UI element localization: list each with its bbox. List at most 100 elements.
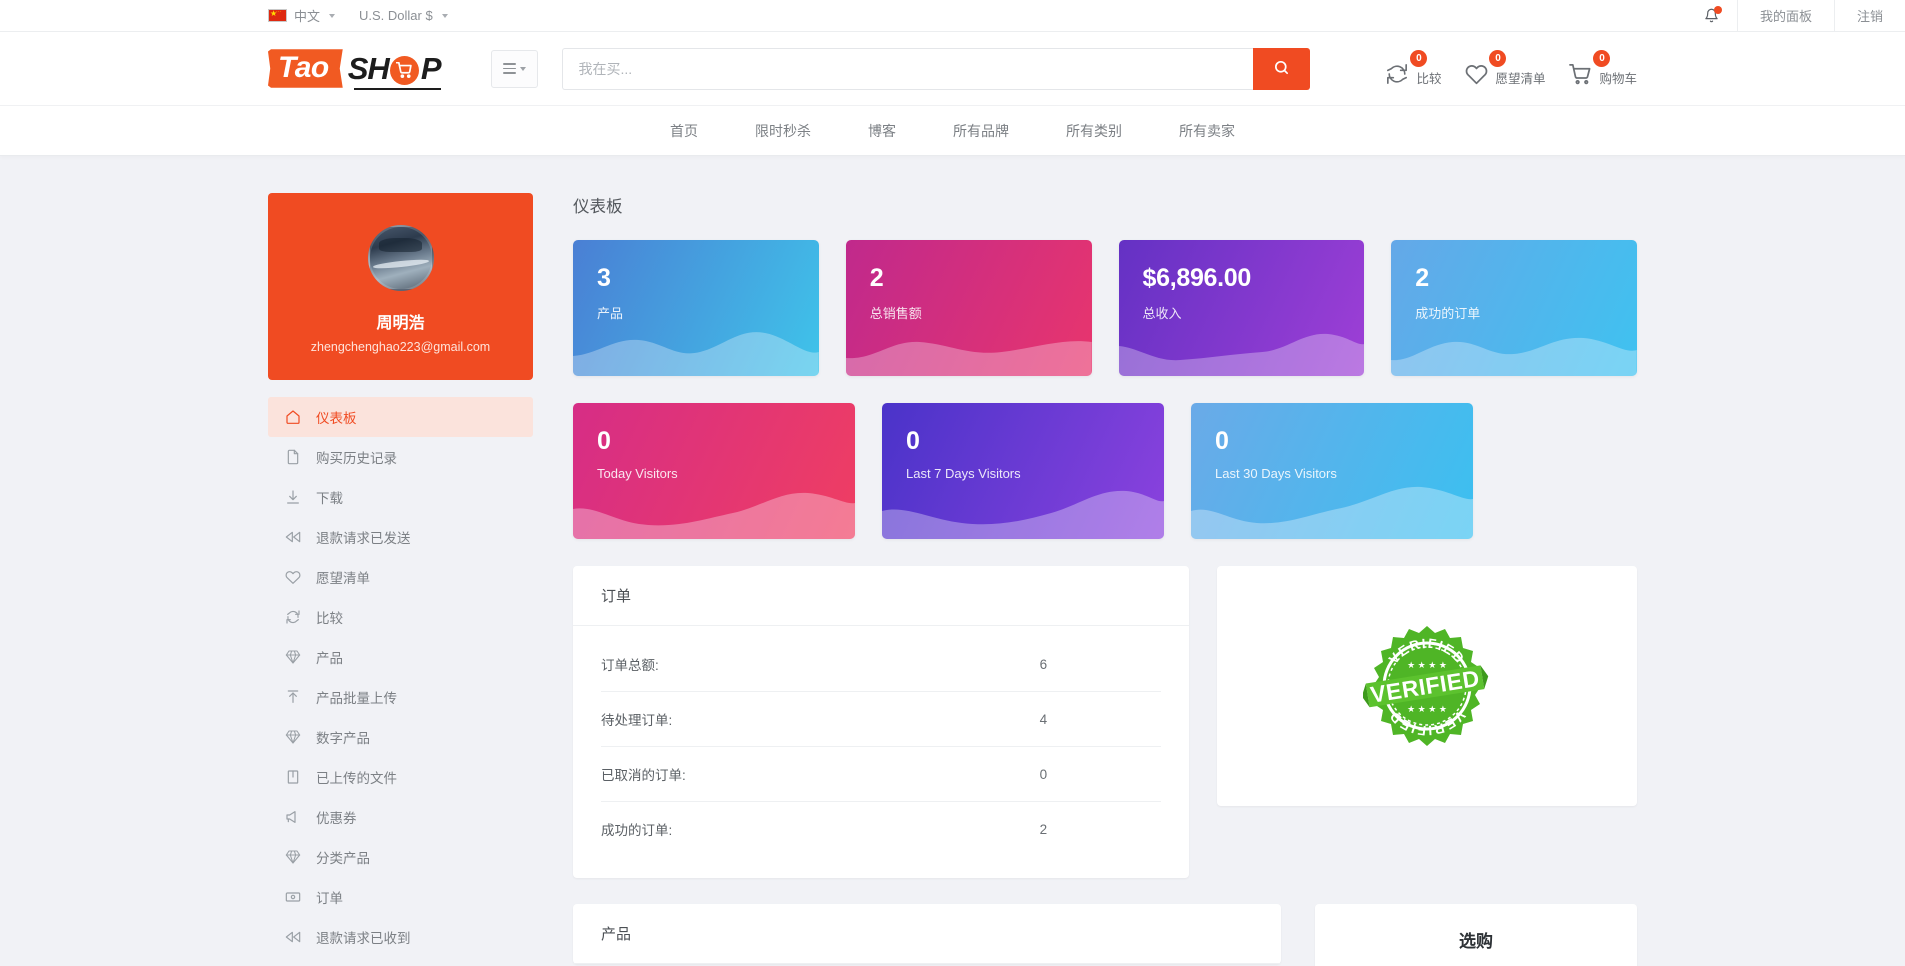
site-header: Tao SH P 我在买... 0 比较 0 愿望清单 0 购物车 bbox=[0, 32, 1905, 106]
nav-item-all-sellers[interactable]: 所有卖家 bbox=[1179, 117, 1235, 145]
megaphone-icon bbox=[284, 808, 302, 826]
profile-card: 周明浩 zhengchenghao223@gmail.com bbox=[268, 193, 533, 380]
sidebar-item-products[interactable]: 产品 bbox=[268, 637, 533, 677]
stat-label: 产品 bbox=[597, 306, 624, 321]
compare-badge: 0 bbox=[1410, 50, 1428, 67]
heart-icon bbox=[284, 568, 302, 586]
sidebar-item-wishlist[interactable]: 愿望清单 bbox=[268, 557, 533, 597]
notifications-button[interactable] bbox=[1686, 6, 1737, 23]
language-label: 中文 bbox=[294, 9, 321, 24]
main-content: 仪表板 3 产品 2 总销售额 $6,896.00 总收入 2 成功的订单 0 … bbox=[573, 193, 1637, 966]
sidebar-item-refund-sent[interactable]: 退款请求已发送 bbox=[268, 517, 533, 557]
stat-card-today-visitors[interactable]: 0 Today Visitors bbox=[573, 403, 855, 539]
sidebar-item-uploaded-files[interactable]: 已上传的文件 bbox=[268, 757, 533, 797]
stat-value: 0 bbox=[906, 427, 920, 455]
diamond-icon bbox=[284, 848, 302, 866]
heart-icon bbox=[1463, 61, 1489, 87]
shopping-cart-icon bbox=[1567, 61, 1593, 87]
wishlist-label: 愿望清单 bbox=[1495, 72, 1546, 86]
sidebar-item-orders[interactable]: 订单 bbox=[268, 877, 533, 917]
top-bar-left: 中文 U.S. Dollar $ bbox=[0, 6, 448, 25]
nav-item-all-brands[interactable]: 所有品牌 bbox=[953, 117, 1009, 145]
wave-decoration bbox=[573, 475, 855, 539]
search-button[interactable] bbox=[1252, 47, 1310, 90]
search-input[interactable] bbox=[561, 47, 1253, 90]
products-panel-title: 产品 bbox=[573, 904, 1281, 964]
sidebar-menu: 仪表板 购买历史记录 下载 退款请求已发送 愿望清单 比较 产品 产品批量上传 … bbox=[268, 397, 533, 957]
wishlist-button[interactable]: 0 愿望清单 bbox=[1463, 50, 1545, 87]
stat-value: 2 bbox=[869, 264, 884, 292]
china-flag-icon bbox=[268, 7, 287, 22]
sidebar-item-label: 数字产品 bbox=[316, 731, 370, 746]
sidebar-item-label: 产品 bbox=[316, 651, 343, 666]
sidebar-item-label: 优惠券 bbox=[316, 811, 357, 826]
sidebar-item-downloads[interactable]: 下载 bbox=[268, 477, 533, 517]
stat-label: 成功的订单 bbox=[1415, 306, 1481, 321]
refresh-icon bbox=[1384, 61, 1410, 87]
language-selector[interactable]: 中文 bbox=[268, 6, 336, 25]
logo-underline bbox=[354, 87, 441, 90]
wishlist-badge: 0 bbox=[1489, 50, 1507, 67]
nav-item-home[interactable]: 首页 bbox=[670, 117, 698, 145]
sidebar-item-purchase-history[interactable]: 购买历史记录 bbox=[268, 437, 533, 477]
sidebar-item-bulk-upload[interactable]: 产品批量上传 bbox=[268, 677, 533, 717]
chevron-down-icon bbox=[329, 13, 336, 18]
stat-card-last-30-days-visitors[interactable]: 0 Last 30 Days Visitors bbox=[1191, 403, 1473, 539]
shop-panel-title: 选购 bbox=[1459, 932, 1493, 951]
logout-link[interactable]: 注销 bbox=[1833, 0, 1905, 31]
stat-card-products[interactable]: 3 产品 bbox=[573, 240, 819, 376]
sidebar-item-digital-products[interactable]: 数字产品 bbox=[268, 717, 533, 757]
sidebar-item-label: 退款请求已发送 bbox=[316, 531, 411, 546]
compare-button[interactable]: 0 比较 bbox=[1384, 50, 1441, 87]
table-row: 待处理订单: 4 bbox=[601, 692, 1161, 747]
hamburger-icon bbox=[502, 62, 516, 75]
top-bar: 中文 U.S. Dollar $ 我的面板 注销 bbox=[0, 0, 1905, 32]
money-icon bbox=[284, 888, 302, 906]
sidebar-item-label: 产品批量上传 bbox=[316, 691, 397, 706]
page-title: 仪表板 bbox=[573, 198, 623, 216]
row-value: 2 bbox=[1039, 821, 1048, 837]
avatar bbox=[367, 225, 434, 291]
sidebar-item-coupons[interactable]: 优惠券 bbox=[268, 797, 533, 837]
stat-card-total-sales[interactable]: 2 总销售额 bbox=[845, 240, 1092, 376]
nav-item-blog[interactable]: 博客 bbox=[868, 117, 896, 145]
stat-value: 0 bbox=[597, 427, 611, 455]
wave-decoration bbox=[882, 475, 1164, 539]
top-bar-right: 我的面板 注销 bbox=[1686, 0, 1905, 31]
sidebar-item-refund-received[interactable]: 退款请求已收到 bbox=[268, 917, 533, 957]
verified-panel: VERIFIED VERIFIED ★ ★ ★ ★ ★ ★ ★ ★ VERIFI… bbox=[1217, 566, 1637, 806]
sidebar-item-compare[interactable]: 比较 bbox=[268, 597, 533, 637]
sidebar-item-label: 订单 bbox=[316, 891, 343, 906]
sidebar-item-label: 下载 bbox=[316, 491, 343, 506]
site-logo[interactable]: Tao SH P bbox=[268, 45, 441, 93]
download-icon bbox=[284, 488, 302, 506]
diamond-icon bbox=[284, 728, 302, 746]
stat-value: 2 bbox=[1415, 264, 1429, 292]
nav-item-all-categories[interactable]: 所有类别 bbox=[1066, 117, 1122, 145]
chevron-down-icon bbox=[441, 13, 448, 18]
currency-label: U.S. Dollar $ bbox=[359, 8, 433, 23]
category-menu-button[interactable] bbox=[490, 49, 538, 88]
stat-card-total-revenue[interactable]: $6,896.00 总收入 bbox=[1118, 240, 1365, 376]
stat-label: Today Visitors bbox=[597, 466, 678, 481]
dashboard-panels: 订单 订单总额: 6 待处理订单: 4 已取消的订单: 0 成功的订单: 2 V… bbox=[573, 566, 1637, 878]
stat-card-successful-orders[interactable]: 2 成功的订单 bbox=[1391, 240, 1637, 376]
sidebar-item-classified-products[interactable]: 分类产品 bbox=[268, 837, 533, 877]
chevron-down-icon bbox=[519, 66, 526, 71]
rewind-icon bbox=[284, 928, 302, 946]
table-row: 已取消的订单: 0 bbox=[601, 747, 1161, 802]
stats-row-2: 0 Today Visitors 0 Last 7 Days Visitors … bbox=[573, 403, 1637, 539]
logo-tao-text: Tao bbox=[268, 49, 343, 88]
sidebar-item-label: 已上传的文件 bbox=[316, 771, 397, 786]
nav-item-flash-sale[interactable]: 限时秒杀 bbox=[755, 117, 811, 145]
cart-button[interactable]: 0 购物车 bbox=[1567, 50, 1637, 87]
my-panel-link[interactable]: 我的面板 bbox=[1736, 0, 1834, 31]
currency-selector[interactable]: U.S. Dollar $ bbox=[359, 8, 448, 23]
stat-label: 总销售额 bbox=[869, 306, 922, 321]
upload-icon bbox=[284, 688, 302, 706]
orders-table: 订单总额: 6 待处理订单: 4 已取消的订单: 0 成功的订单: 2 bbox=[601, 637, 1161, 856]
compare-label: 比较 bbox=[1416, 72, 1442, 86]
sidebar-item-dashboard[interactable]: 仪表板 bbox=[268, 397, 533, 437]
stat-card-last-7-days-visitors[interactable]: 0 Last 7 Days Visitors bbox=[882, 403, 1164, 539]
profile-email: zhengchenghao223@gmail.com bbox=[310, 340, 491, 354]
